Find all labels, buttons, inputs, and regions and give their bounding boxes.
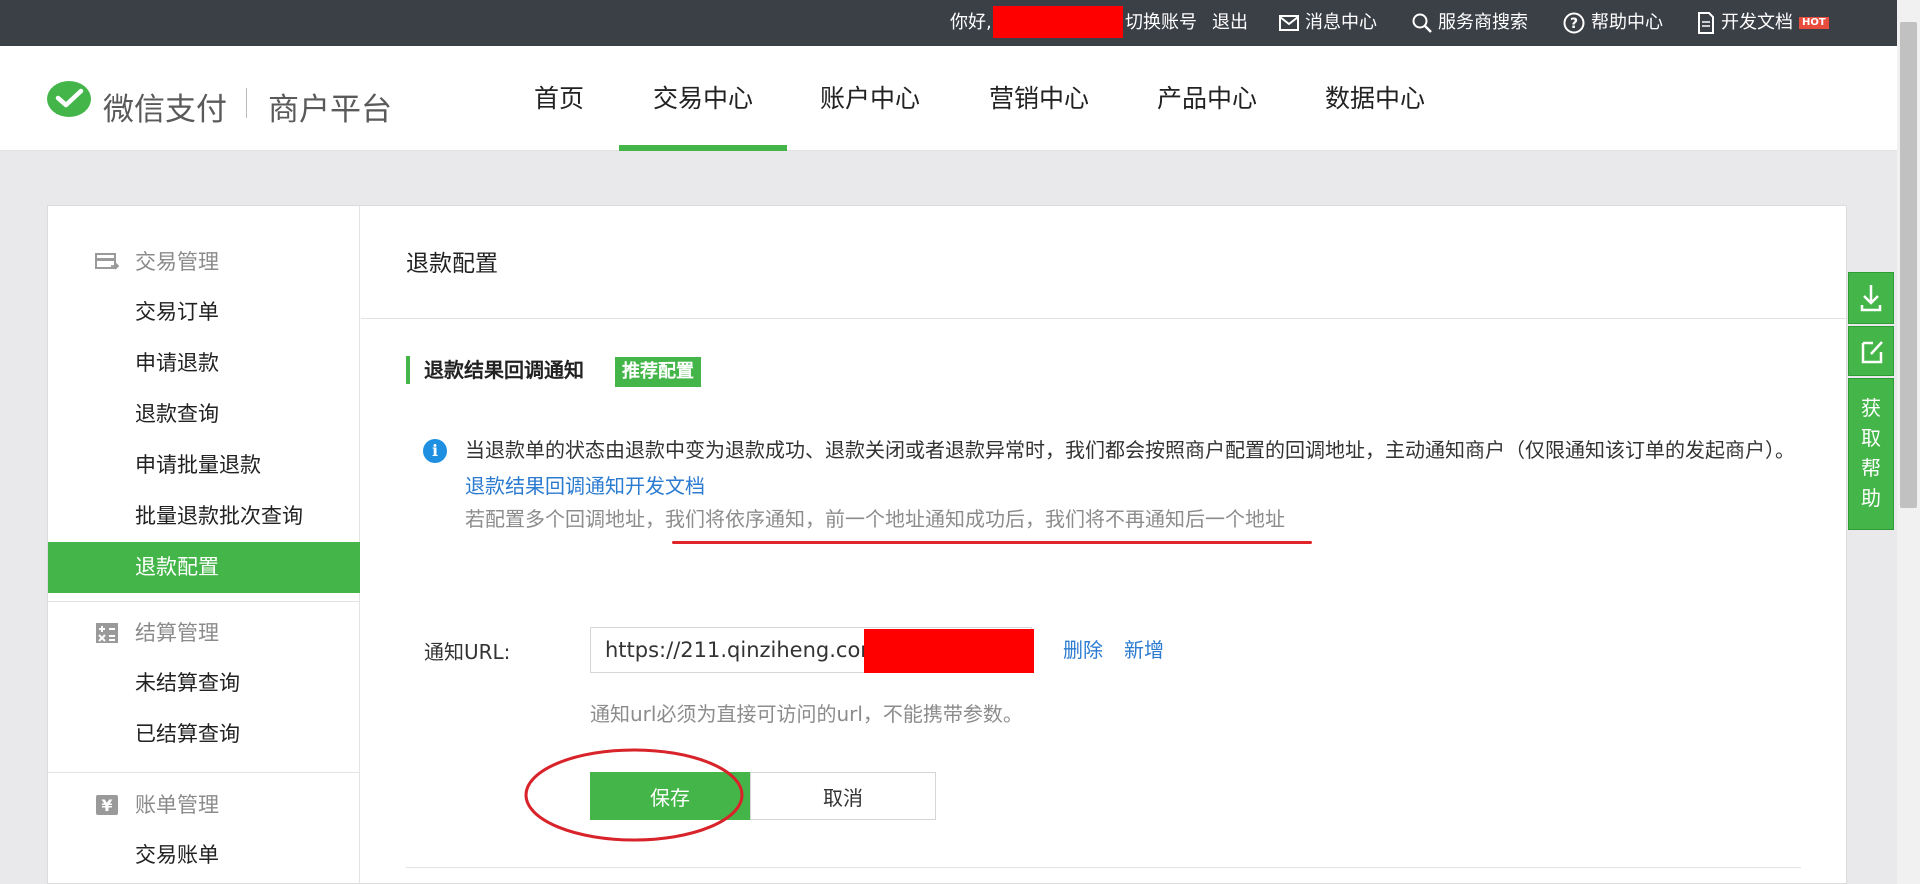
feedback-float-button[interactable] [1848, 326, 1894, 376]
delete-url-link[interactable]: 删除 [1063, 634, 1103, 663]
provider-search-link[interactable]: 服务商搜索 [1412, 0, 1528, 46]
sidebar-item-trade-bill[interactable]: 交易账单 [48, 830, 360, 881]
redacted-url-part [864, 629, 1034, 673]
info-description: 当退款单的状态由退款中变为退款成功、退款关闭或者退款异常时，我们都会按照商户配置… [465, 432, 1795, 504]
help-link[interactable]: ? 帮助中心 [1563, 0, 1663, 46]
get-help-float-button[interactable]: 获 取 帮 助 [1848, 378, 1894, 530]
brand-subtitle: 商户平台 [268, 92, 392, 128]
nav-data-center[interactable]: 数据中心 [1316, 46, 1434, 151]
mail-icon [1279, 15, 1299, 31]
sidebar-item-settled-query[interactable]: 已结算查询 [48, 709, 360, 760]
help-char: 帮 [1861, 456, 1881, 480]
document-icon [1698, 12, 1714, 34]
sidebar-group-title: 交易管理 [135, 250, 219, 274]
help-circle-icon: ? [1563, 12, 1585, 34]
sidebar-group-title: 结算管理 [135, 621, 219, 645]
search-icon [1412, 13, 1432, 33]
dev-docs-label: 开发文档 [1721, 12, 1793, 33]
dev-doc-link[interactable]: 退款结果回调通知开发文档 [465, 474, 705, 498]
top-bar: 你好, 切换账号 退出 消息中心 服务商搜索 ? 帮助中心 开发文档 HOT [0, 0, 1920, 46]
info-sub-note: 若配置多个回调地址，我们将依序通知，前一个地址通知成功后，我们将不再通知后一个地… [465, 504, 1285, 534]
section-title: 退款结果回调通知 [406, 356, 584, 384]
content-card: 交易管理 交易订单 申请退款 退款查询 申请批量退款 批量退款批次查询 退款配置… [47, 205, 1847, 884]
scrollbar-thumb[interactable] [1900, 22, 1917, 508]
nav-home[interactable]: 首页 [518, 46, 600, 151]
info-sub-highlight: 我们将依序通知，前一个地址通知成功后，我们将不再通知后一个地址 [665, 507, 1285, 531]
add-url-link[interactable]: 新增 [1124, 634, 1164, 663]
notify-url-label: 通知URL: [424, 640, 511, 664]
hot-badge: HOT [1799, 17, 1829, 29]
redacted-username [993, 6, 1123, 38]
edit-icon [1861, 341, 1883, 364]
card-icon [95, 253, 119, 270]
sidebar-item-batch-refund-query[interactable]: 批量退款批次查询 [48, 491, 360, 542]
info-icon: i [423, 439, 447, 463]
title-divider [361, 318, 1846, 319]
page-title: 退款配置 [406, 251, 498, 277]
info-sub-prefix: 若配置多个回调地址， [465, 507, 665, 531]
dev-docs-link[interactable]: 开发文档 HOT [1697, 0, 1829, 46]
help-char: 获 [1861, 396, 1881, 420]
red-underline-annotation [672, 541, 1312, 544]
logout-link[interactable]: 退出 [1212, 0, 1248, 46]
help-char: 助 [1861, 486, 1881, 510]
brand-name: 微信支付 [103, 92, 227, 128]
messages-link[interactable]: 消息中心 [1279, 0, 1377, 46]
main-panel: 退款配置 退款结果回调通知 推荐配置 i 当退款单的状态由退款中变为退款成功、退… [361, 206, 1846, 883]
brand-divider [246, 88, 247, 118]
recommended-badge: 推荐配置 [615, 357, 701, 387]
sidebar: 交易管理 交易订单 申请退款 退款查询 申请批量退款 批量退款批次查询 退款配置… [48, 206, 360, 883]
sidebar-group-settlement: 结算管理 [48, 608, 360, 658]
download-icon [1860, 285, 1882, 312]
nav-account-center[interactable]: 账户中心 [811, 46, 929, 151]
nav-marketing-center[interactable]: 营销中心 [980, 46, 1098, 151]
svg-text:?: ? [1570, 16, 1578, 32]
main-header: 微信支付 商户平台 首页 交易中心 账户中心 营销中心 产品中心 数据中心 [0, 46, 1920, 151]
nav-trade-center[interactable]: 交易中心 [619, 46, 787, 151]
sidebar-item-trade-orders[interactable]: 交易订单 [48, 287, 360, 338]
sidebar-divider [48, 601, 360, 602]
provider-search-label: 服务商搜索 [1438, 12, 1528, 33]
sidebar-group-bill: ¥ 账单管理 [48, 780, 360, 830]
switch-account-link[interactable]: 切换账号 [1125, 0, 1197, 46]
download-float-button[interactable] [1848, 272, 1894, 324]
help-label: 帮助中心 [1591, 12, 1663, 33]
calculator-icon [96, 623, 118, 643]
sidebar-group-trade: 交易管理 [48, 237, 360, 287]
sidebar-item-unsettled-query[interactable]: 未结算查询 [48, 658, 360, 709]
wechat-pay-logo[interactable] [46, 80, 92, 120]
sidebar-item-apply-refund[interactable]: 申请退款 [48, 338, 360, 389]
sidebar-divider [48, 772, 360, 773]
sidebar-item-refund-config[interactable]: 退款配置 [48, 542, 360, 593]
nav-product-center[interactable]: 产品中心 [1148, 46, 1266, 151]
sidebar-item-refund-query[interactable]: 退款查询 [48, 389, 360, 440]
svg-text:¥: ¥ [101, 796, 112, 815]
bottom-divider [406, 867, 1801, 868]
help-char: 取 [1861, 426, 1881, 450]
info-text: 当退款单的状态由退款中变为退款成功、退款关闭或者退款异常时，我们都会按照商户配置… [465, 438, 1795, 462]
sidebar-group-title: 账单管理 [135, 793, 219, 817]
red-circle-annotation [524, 748, 744, 842]
messages-label: 消息中心 [1305, 12, 1377, 33]
url-hint: 通知url必须为直接可访问的url，不能携带参数。 [590, 702, 1023, 726]
yen-icon: ¥ [96, 795, 118, 815]
greeting-text: 你好, [950, 12, 992, 33]
cancel-button[interactable]: 取消 [750, 772, 936, 820]
sidebar-item-batch-refund[interactable]: 申请批量退款 [48, 440, 360, 491]
